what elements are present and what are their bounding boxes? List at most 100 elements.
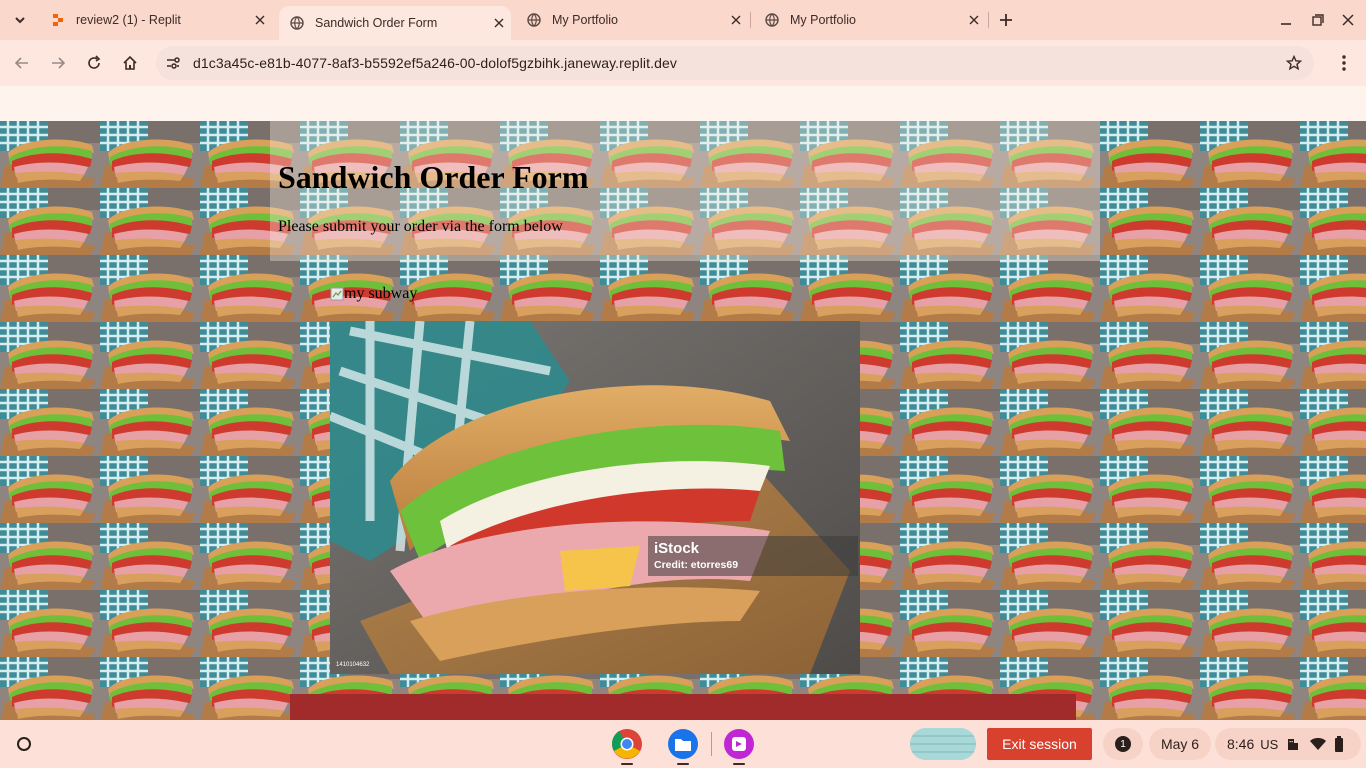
sandwich-tile [1300,389,1366,456]
sandwich-tile [1000,523,1100,590]
site-info-icon[interactable] [164,54,182,72]
close-icon[interactable] [491,15,507,31]
sandwich-tile [0,456,100,523]
tab-title: review2 (1) - Replit [76,13,181,27]
broken-image-alt-text: my subway [344,285,418,302]
arrow-left-icon [14,57,28,69]
home-button[interactable] [116,49,144,77]
back-button[interactable] [8,49,36,77]
new-tab-button[interactable] [994,8,1018,32]
tab-replit[interactable]: review2 (1) - Replit [40,6,272,34]
tab-title: My Portfolio [790,13,856,27]
screencast-app[interactable] [722,727,756,761]
sandwich-tile [1200,456,1300,523]
tab-divider [750,12,751,28]
status-tray[interactable]: 8:46 US [1215,728,1361,760]
tab-search-button[interactable] [6,6,34,34]
enterprise-icon [1288,739,1299,750]
red-footer-bar [290,694,1076,720]
wifi-icon [1310,738,1327,750]
sandwich-tile [0,657,100,720]
globe-icon [526,12,542,28]
sandwich-tile [1200,255,1300,322]
close-icon[interactable] [252,12,268,28]
sandwich-tile [1100,657,1200,720]
bookmark-star-icon[interactable] [1284,53,1304,73]
sandwich-tile [100,590,200,657]
reload-icon [88,55,101,69]
screencast-icon [724,729,754,759]
sandwich-tile [0,389,100,456]
globe-icon [289,15,305,31]
stock-id: 1410104632 [336,662,370,668]
sandwich-tile [1100,590,1200,657]
tab-divider [988,12,989,28]
sandwich-tile [100,389,200,456]
close-window-button[interactable] [1336,8,1360,32]
sandwich-tile [900,590,1000,657]
sandwich-tile [100,456,200,523]
sandwich-tile [1100,188,1200,255]
time-text: 8:46 [1227,736,1255,752]
close-icon[interactable] [966,12,982,28]
sandwich-tile [200,657,300,720]
sandwich-tile [1300,255,1366,322]
notification-button[interactable]: 1 [1103,728,1143,760]
minimize-button[interactable] [1274,8,1298,32]
sandwich-tile [100,121,200,188]
sandwich-tile [100,322,200,389]
sandwich-tile [1000,389,1100,456]
sandwich-tile [1100,255,1200,322]
address-bar[interactable]: d1c3a45c-e81b-4077-8af3-b5592ef5a246-00-… [156,46,1314,80]
files-app[interactable] [666,727,700,761]
tab-my-portfolio-2[interactable]: My Portfolio [754,6,986,34]
tab-strip: review2 (1) - Replit Sandwich Order Form… [0,0,1366,40]
sandwich-tile [1100,121,1200,188]
browser-menu-button[interactable] [1330,49,1358,77]
sandwich-tile [0,255,100,322]
sandwich-tile [200,523,300,590]
sandwich-tile [100,523,200,590]
tab-title: My Portfolio [552,13,618,27]
page-title: Sandwich Order Form [278,159,589,195]
istock-brand: iStock [654,540,700,557]
sandwich-tile [900,322,1000,389]
sandwich-tile [500,255,600,322]
exit-session-button[interactable]: Exit session [987,728,1092,760]
sandwich-tile [1200,389,1300,456]
sandwich-tile [1300,657,1366,720]
restore-icon [1312,14,1324,26]
tab-sandwich-order-form[interactable]: Sandwich Order Form [279,6,511,40]
sandwich-tile [1000,456,1100,523]
forward-button[interactable] [44,49,72,77]
sandwich-tile [1100,523,1200,590]
chrome-icon [612,729,642,759]
close-icon[interactable] [728,12,744,28]
replit-icon [50,12,66,28]
date-pod[interactable]: May 6 [1149,728,1211,760]
sandwich-tile [1200,590,1300,657]
sandwich-tile [1300,188,1366,255]
reload-button[interactable] [80,49,108,77]
running-indicator [621,763,633,765]
launcher-button[interactable] [8,728,40,760]
files-icon [668,729,698,759]
battery-icon [1335,736,1344,752]
plus-icon [1000,14,1012,26]
sandwich-tile [200,456,300,523]
locale-text: US [1260,736,1279,752]
window-preview-thumbnail[interactable] [910,728,976,760]
sandwich-tile [1000,255,1100,322]
restore-button[interactable] [1306,8,1330,32]
date-text: May 6 [1160,736,1200,752]
sandwich-tile [800,255,900,322]
sandwich-tile [900,255,1000,322]
sandwich-tile [1100,456,1200,523]
sandwich-tile [1300,322,1366,389]
chrome-app[interactable] [610,727,644,761]
tab-my-portfolio[interactable]: My Portfolio [516,6,748,34]
url-text[interactable]: d1c3a45c-e81b-4077-8af3-b5592ef5a246-00-… [193,55,677,71]
browser-toolbar: d1c3a45c-e81b-4077-8af3-b5592ef5a246-00-… [0,40,1366,86]
sandwich-tile [200,322,300,389]
sandwich-tile [900,389,1000,456]
